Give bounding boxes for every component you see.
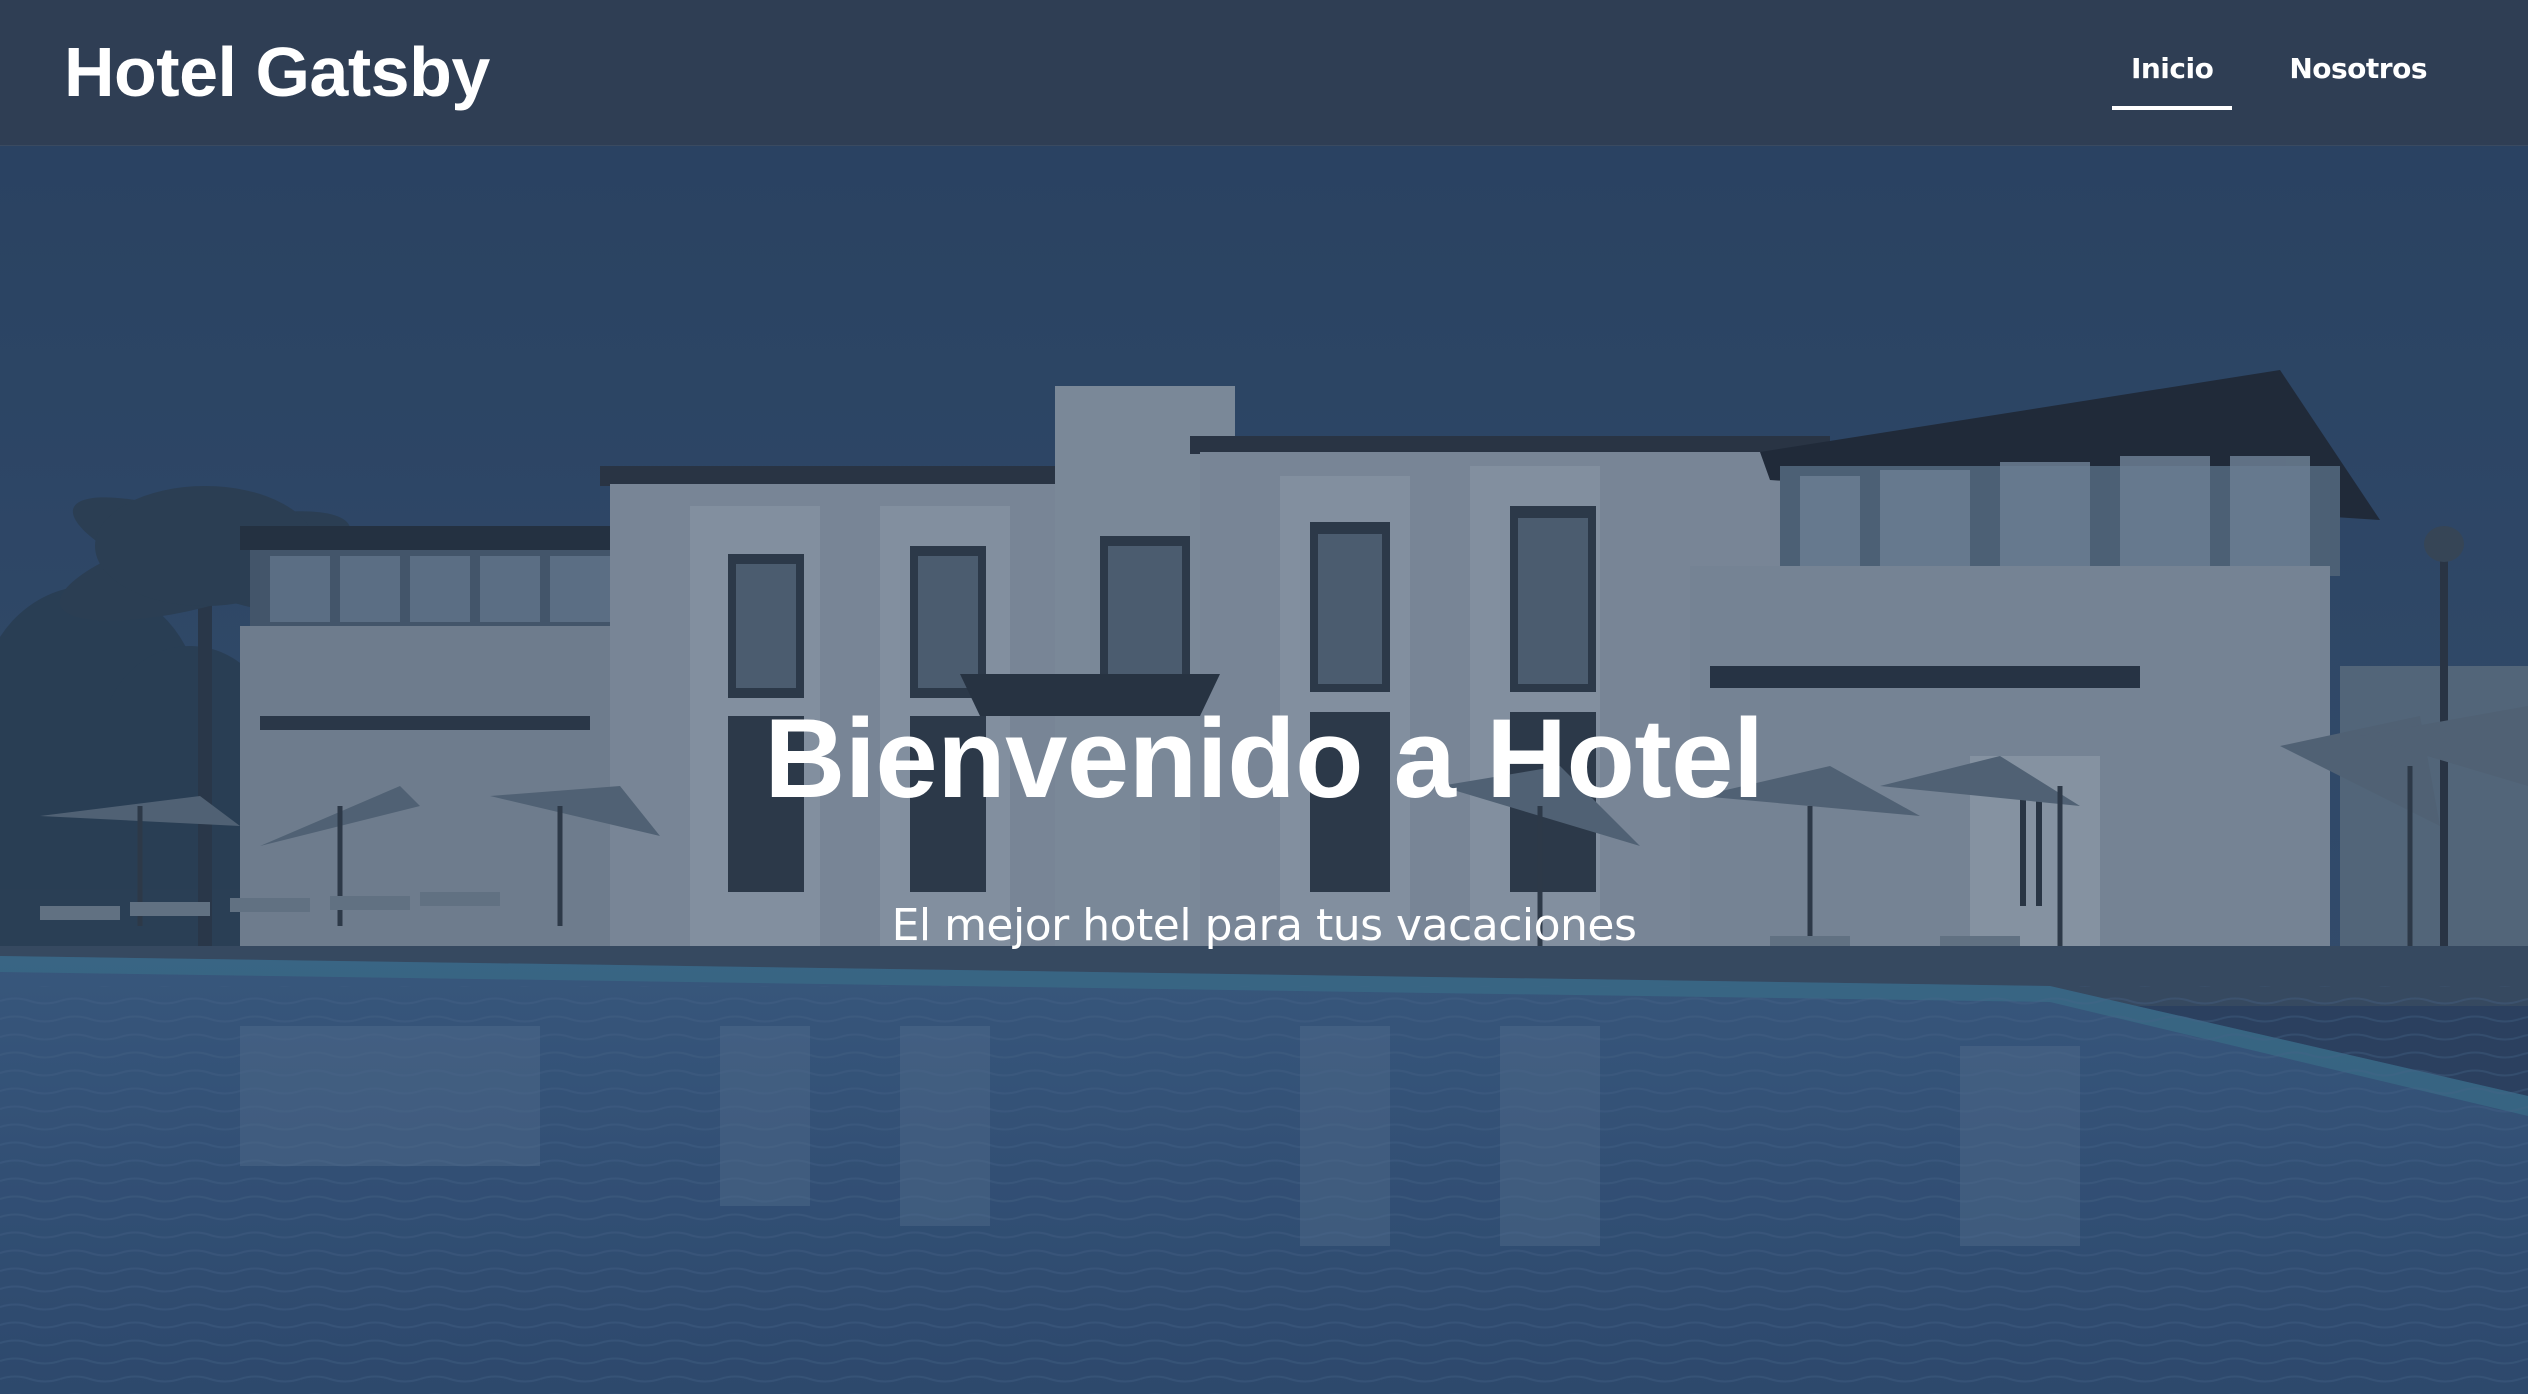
site-logo-link[interactable]: Hotel Gatsby bbox=[64, 30, 490, 114]
main-nav: Inicio Nosotros bbox=[2111, 44, 2446, 110]
hero-section: Bienvenido a Hotel El mejor hotel para t… bbox=[0, 146, 2528, 1394]
site-header: Hotel Gatsby Inicio Nosotros bbox=[0, 0, 2528, 146]
page: Hotel Gatsby Inicio Nosotros Bienvenido … bbox=[0, 0, 2528, 1394]
nav-link-nosotros[interactable]: Nosotros bbox=[2270, 44, 2446, 104]
hero-subtitle: El mejor hotel para tus vacaciones bbox=[891, 900, 1637, 951]
nav-link-inicio[interactable]: Inicio bbox=[2111, 44, 2233, 110]
hero-title: Bienvenido a Hotel bbox=[764, 696, 1764, 821]
